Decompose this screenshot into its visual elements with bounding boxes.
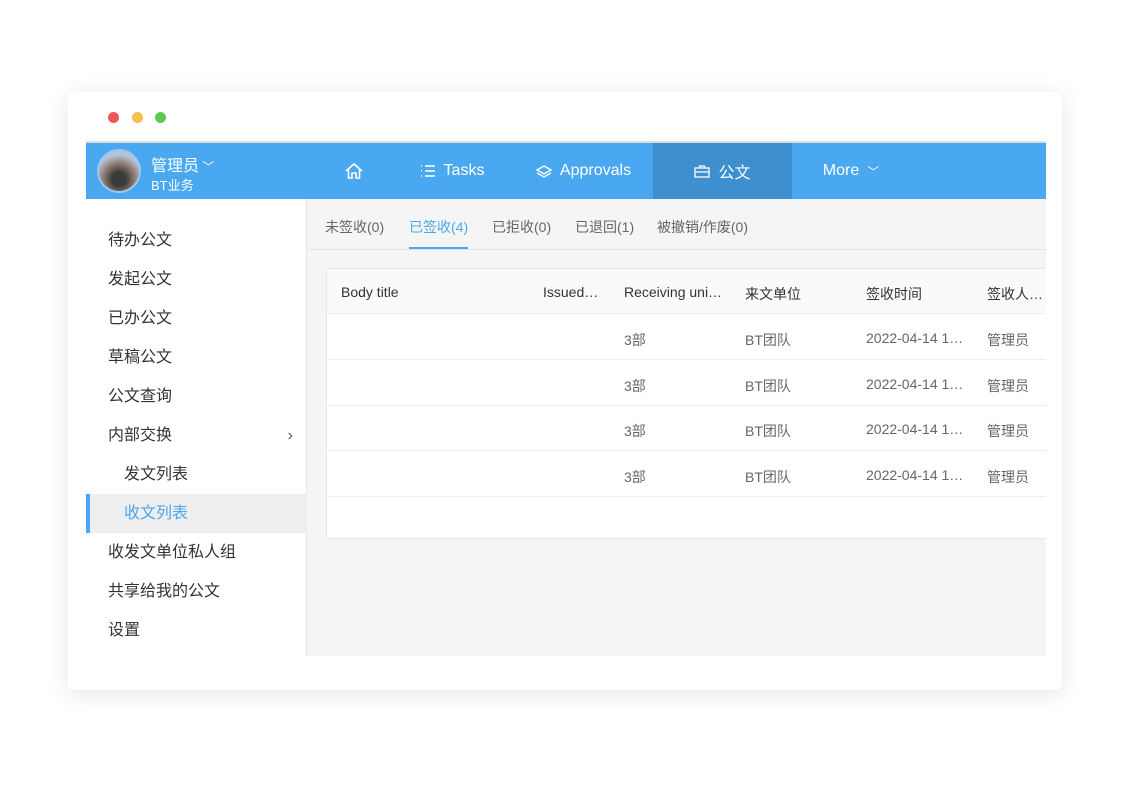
chevron-down-icon: ﹀ bbox=[867, 164, 880, 179]
table-cell: 管理员 bbox=[987, 468, 1029, 485]
sidebar-item-shared[interactable]: 共享给我的公文 bbox=[86, 572, 307, 611]
column-header[interactable]: Body title bbox=[341, 284, 399, 300]
avatar[interactable] bbox=[97, 149, 141, 193]
documents-table: Body title Issued… Receiving uni… 来文单位 签收时间 签… bbox=[326, 268, 1046, 539]
table-row[interactable]: 3部 BT团队 2022-04-14 1… 管理员 bbox=[327, 452, 1046, 497]
column-header[interactable]: 来文单位 bbox=[745, 284, 801, 304]
sidebar-item-send-list[interactable]: 发文列表 bbox=[86, 455, 307, 494]
user-menu[interactable]: 管理员 ﹀ bbox=[151, 152, 214, 176]
table-cell: 管理员 bbox=[987, 423, 1029, 439]
table-cell: 管理员 bbox=[987, 377, 1029, 394]
tab-signed[interactable]: 已签收(4) bbox=[409, 217, 469, 249]
nav-home[interactable] bbox=[326, 143, 382, 199]
table-cell: 2022-04-14 1… bbox=[866, 330, 964, 346]
minimize-window-button[interactable] bbox=[132, 112, 143, 123]
org-name: BT业务 bbox=[151, 178, 194, 193]
table-cell: 3部 bbox=[624, 423, 646, 439]
nav-documents[interactable]: 公文 bbox=[653, 143, 792, 199]
sidebar-item-internal-exchange[interactable]: 内部交换 › bbox=[86, 416, 307, 455]
sidebar-item-start[interactable]: 发起公文 bbox=[86, 260, 307, 299]
tab-returned[interactable]: 已退回(1) bbox=[575, 217, 634, 247]
tab-unsigned[interactable]: 未签收(0) bbox=[325, 217, 384, 247]
table-cell: BT团队 bbox=[745, 377, 791, 394]
maximize-window-button[interactable] bbox=[155, 112, 166, 123]
sidebar-item-todo[interactable]: 待办公文 bbox=[86, 221, 307, 260]
user-name: 管理员 bbox=[151, 158, 200, 175]
table-cell: BT团队 bbox=[745, 423, 791, 439]
column-header[interactable]: Receiving uni… bbox=[624, 284, 722, 300]
nav-more[interactable]: More ﹀ bbox=[806, 143, 896, 199]
sidebar-item-receive-list[interactable]: 收文列表 bbox=[86, 494, 307, 533]
nav-label: 公文 bbox=[718, 165, 751, 182]
table-cell: 2022-04-14 1… bbox=[866, 421, 964, 437]
nav-approvals[interactable]: Approvals bbox=[526, 143, 641, 199]
tab-rejected[interactable]: 已拒收(0) bbox=[492, 217, 551, 247]
column-header[interactable]: 签收时间 bbox=[866, 284, 922, 304]
column-header[interactable]: Issued… bbox=[543, 284, 598, 300]
table-cell: 2022-04-14 1… bbox=[866, 375, 964, 392]
sidebar-item-private-groups[interactable]: 收发文单位私人组 bbox=[86, 533, 307, 572]
chevron-down-icon: ﹀ bbox=[199, 160, 215, 174]
nav-tasks[interactable]: Tasks bbox=[402, 143, 502, 199]
column-header[interactable]: 签收人… bbox=[987, 284, 1043, 304]
tab-revoked[interactable]: 被撤销/作废(0) bbox=[657, 217, 748, 247]
chevron-right-icon: › bbox=[287, 427, 293, 444]
sidebar-item-done[interactable]: 已办公文 bbox=[86, 299, 307, 338]
home-icon bbox=[345, 162, 363, 179]
table-row[interactable]: 3部 BT团队 2022-04-14 1… 管理员 bbox=[327, 406, 1046, 451]
sidebar-item-label: 内部交换 bbox=[108, 427, 173, 444]
sidebar-item-settings[interactable]: 设置 bbox=[86, 611, 307, 650]
table-cell: 3部 bbox=[624, 468, 646, 485]
table-row[interactable]: 3部 BT团队 2022-04-14 1… 管理员 bbox=[327, 315, 1046, 360]
list-icon bbox=[420, 165, 435, 177]
sidebar: 待办公文 发起公文 已办公文 草稿公文 公文查询 内部交换 › 发文列表 收文列表… bbox=[86, 199, 307, 656]
table-row[interactable]: 3部 BT团队 2022-04-14 1… 管理员 bbox=[327, 361, 1046, 406]
table-cell: BT团队 bbox=[745, 468, 791, 485]
tab-bar: 未签收(0) 已签收(4) 已拒收(0) 已退回(1) 被撤销/作废(0) bbox=[307, 199, 1046, 250]
table-cell: 3部 bbox=[624, 377, 646, 394]
table-header-row: Body title Issued… Receiving uni… 来文单位 签收时间 签… bbox=[327, 269, 1046, 314]
sidebar-item-search[interactable]: 公文查询 bbox=[86, 377, 307, 416]
close-window-button[interactable] bbox=[108, 112, 119, 123]
sidebar-item-drafts[interactable]: 草稿公文 bbox=[86, 338, 307, 377]
nav-label: More bbox=[822, 162, 860, 179]
nav-label: Tasks bbox=[443, 162, 485, 179]
nav-label: Approvals bbox=[559, 162, 632, 179]
app: 管理员 ﹀ BT业务 Tasks Approvals 公文 More ﹀ 待办公… bbox=[86, 141, 1046, 656]
layers-icon bbox=[535, 165, 552, 178]
top-header: 管理员 ﹀ BT业务 Tasks Approvals 公文 More ﹀ bbox=[86, 143, 1046, 199]
table-cell: 2022-04-14 1… bbox=[866, 466, 964, 483]
table-cell: 3部 bbox=[624, 332, 646, 348]
briefcase-icon bbox=[694, 165, 711, 178]
table-cell: BT团队 bbox=[745, 332, 791, 348]
table-cell: 管理员 bbox=[987, 332, 1029, 348]
